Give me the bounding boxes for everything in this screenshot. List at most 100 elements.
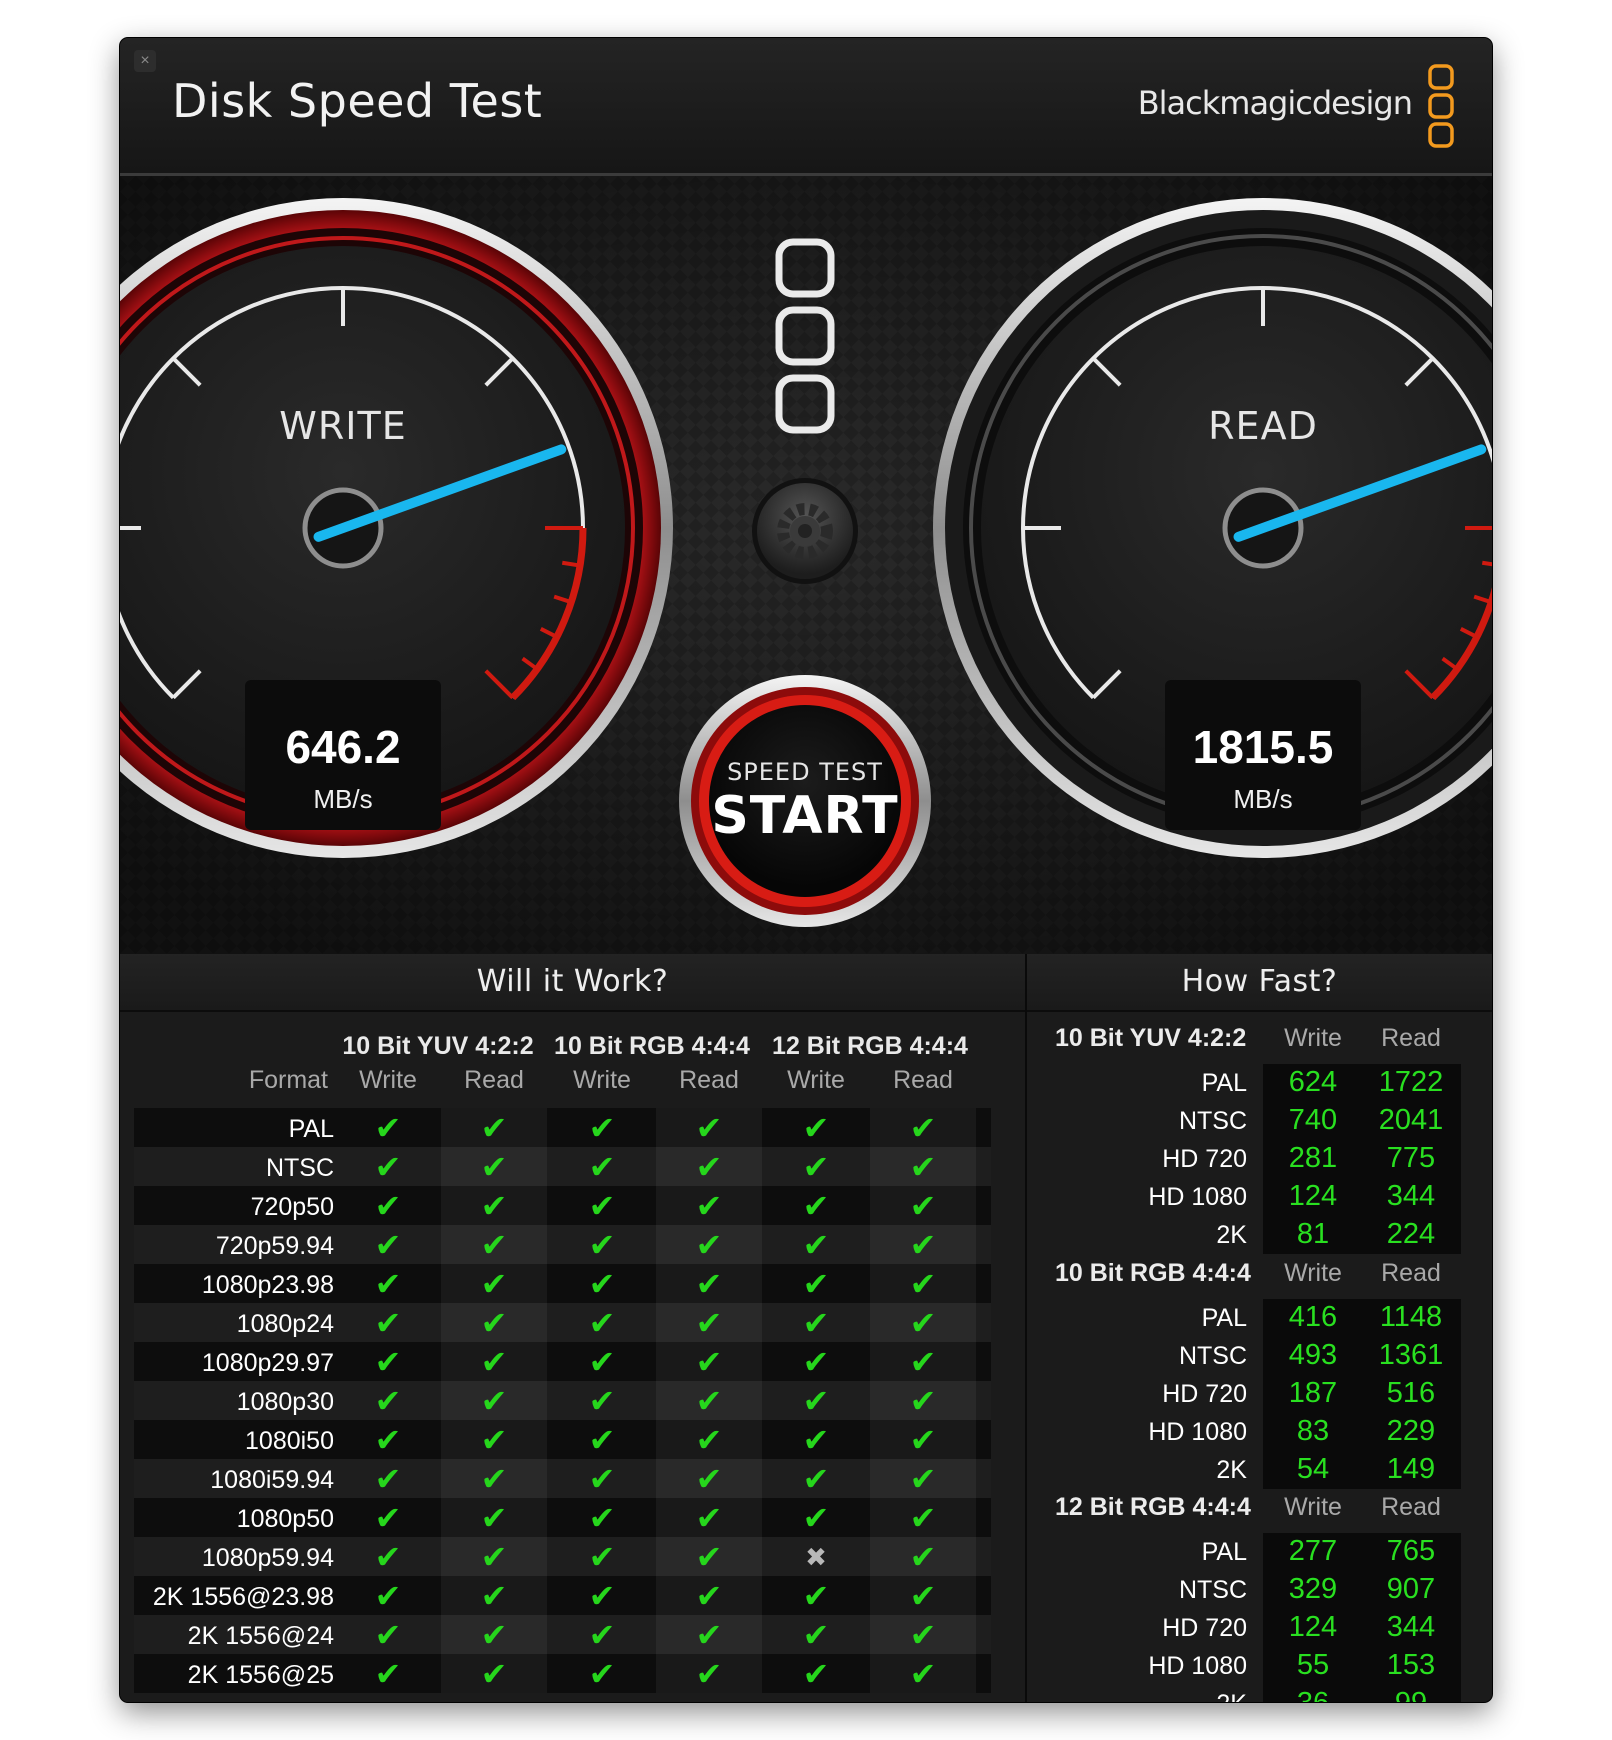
how-fast-title: How Fast? bbox=[1027, 954, 1492, 1012]
title-bar: × Disk Speed Test Blackmagicdesign bbox=[120, 38, 1492, 176]
speed-group-title: 10 Bit RGB 4:4:4 bbox=[1055, 1259, 1251, 1287]
check-icon: ✔ bbox=[374, 1539, 402, 1575]
check-icon: ✔ bbox=[588, 1656, 616, 1692]
check-icon: ✔ bbox=[656, 1498, 762, 1537]
write-readout: 646.2 MB/s bbox=[245, 680, 441, 830]
close-button[interactable]: × bbox=[134, 50, 156, 72]
read-fps-value: 765 bbox=[1386, 1535, 1436, 1567]
check-icon: ✔ bbox=[441, 1264, 547, 1303]
check-icon: ✔ bbox=[374, 1578, 402, 1614]
check-icon: ✔ bbox=[441, 1225, 547, 1264]
check-icon: ✔ bbox=[656, 1225, 762, 1264]
settings-gear-icon bbox=[752, 478, 858, 584]
check-icon: ✔ bbox=[870, 1498, 976, 1537]
write-fps-value: 187 bbox=[1288, 1377, 1338, 1409]
format-row: 1080p23.98 ✔ ✔ ✔ ✔ ✔ ✔ bbox=[134, 1264, 991, 1303]
format-name: NTSC bbox=[265, 1154, 334, 1182]
read-fps-value: 1361 bbox=[1378, 1339, 1444, 1371]
column-header-write: Write bbox=[573, 1066, 631, 1094]
read-fps-value: 344 bbox=[1386, 1611, 1436, 1643]
check-icon: ✔ bbox=[588, 1149, 616, 1185]
read-gauge-label: READ bbox=[1208, 404, 1318, 448]
speed-format-name: NTSC bbox=[1178, 1107, 1247, 1135]
check-icon: ✔ bbox=[588, 1461, 616, 1497]
check-icon: ✔ bbox=[870, 1420, 976, 1459]
read-fps-value: 229 bbox=[1386, 1415, 1436, 1447]
check-icon: ✔ bbox=[802, 1110, 830, 1146]
check-icon: ✔ bbox=[374, 1383, 402, 1419]
check-icon: ✔ bbox=[441, 1654, 547, 1693]
column-header-write: Write bbox=[359, 1066, 417, 1094]
check-icon: ✔ bbox=[374, 1461, 402, 1497]
check-icon: ✔ bbox=[870, 1186, 976, 1225]
write-minor-tick bbox=[561, 560, 581, 568]
speed-format-name: HD 1080 bbox=[1148, 1652, 1247, 1680]
check-icon: ✔ bbox=[588, 1422, 616, 1458]
group-header-12bit-rgb: 12 Bit RGB 4:4:4 bbox=[772, 1032, 968, 1060]
write-fps-value: 81 bbox=[1296, 1218, 1330, 1250]
check-icon: ✔ bbox=[441, 1303, 547, 1342]
check-icon: ✔ bbox=[802, 1500, 830, 1536]
check-icon: ✔ bbox=[802, 1422, 830, 1458]
format-row: PAL ✔ ✔ ✔ ✔ ✔ ✔ bbox=[134, 1108, 991, 1147]
read-fps-value: 516 bbox=[1386, 1377, 1436, 1409]
read-column-header: Read bbox=[1381, 1259, 1441, 1287]
speed-group-title: 12 Bit RGB 4:4:4 bbox=[1055, 1493, 1251, 1521]
check-icon: ✔ bbox=[656, 1108, 762, 1147]
format-name: 2K 1556@25 bbox=[187, 1661, 334, 1689]
check-icon: ✔ bbox=[588, 1578, 616, 1614]
check-icon: ✔ bbox=[802, 1383, 830, 1419]
format-name: 1080p24 bbox=[236, 1310, 334, 1338]
check-icon: ✔ bbox=[656, 1537, 762, 1576]
check-icon: ✔ bbox=[656, 1654, 762, 1693]
format-row: 2K 1556@23.98 ✔ ✔ ✔ ✔ ✔ ✔ bbox=[134, 1576, 991, 1615]
write-speed-unit: MB/s bbox=[313, 784, 373, 814]
format-row: 720p50 ✔ ✔ ✔ ✔ ✔ ✔ bbox=[134, 1186, 991, 1225]
read-fps-value: 99 bbox=[1361, 1687, 1461, 1702]
check-icon: ✔ bbox=[656, 1342, 762, 1381]
brand-logo-icon bbox=[1428, 64, 1454, 148]
write-fps-value: 277 bbox=[1288, 1535, 1338, 1567]
column-header-write: Write bbox=[787, 1066, 845, 1094]
check-icon: ✔ bbox=[656, 1420, 762, 1459]
check-icon: ✔ bbox=[870, 1342, 976, 1381]
format-row: 1080p29.97 ✔ ✔ ✔ ✔ ✔ ✔ bbox=[134, 1342, 991, 1381]
check-icon: ✔ bbox=[441, 1498, 547, 1537]
format-name: PAL bbox=[288, 1115, 334, 1143]
check-icon: ✔ bbox=[802, 1305, 830, 1341]
speed-format-name: HD 720 bbox=[1162, 1614, 1247, 1642]
check-icon: ✔ bbox=[374, 1422, 402, 1458]
check-icon: ✔ bbox=[656, 1264, 762, 1303]
check-icon: ✔ bbox=[656, 1381, 762, 1420]
write-fps-value: 329 bbox=[1288, 1573, 1338, 1605]
check-icon: ✔ bbox=[441, 1381, 547, 1420]
write-fps-value: 83 bbox=[1296, 1415, 1330, 1447]
column-header-read: Read bbox=[679, 1066, 739, 1094]
check-icon: ✔ bbox=[441, 1576, 547, 1615]
check-icon: ✔ bbox=[870, 1225, 976, 1264]
read-speed-value: 1815.5 bbox=[1192, 721, 1334, 773]
write-fps-value: 54 bbox=[1296, 1453, 1330, 1485]
write-fps-value: 493 bbox=[1288, 1339, 1338, 1371]
check-icon: ✔ bbox=[656, 1459, 762, 1498]
format-row: 1080p59.94 ✔ ✔ ✔ ✔ ✖ ✔ bbox=[134, 1537, 991, 1576]
check-icon: ✔ bbox=[870, 1459, 976, 1498]
check-icon: ✔ bbox=[588, 1227, 616, 1263]
start-speed-test-button[interactable]: SPEED TEST START bbox=[680, 676, 930, 926]
group-header-10bit-rgb: 10 Bit RGB 4:4:4 bbox=[554, 1032, 750, 1060]
check-icon: ✔ bbox=[870, 1381, 976, 1420]
format-name: 1080p50 bbox=[236, 1505, 334, 1533]
check-icon: ✔ bbox=[441, 1147, 547, 1186]
speed-format-name: 2K bbox=[1216, 1221, 1247, 1249]
check-icon: ✔ bbox=[441, 1615, 547, 1654]
check-icon: ✔ bbox=[656, 1303, 762, 1342]
check-icon: ✔ bbox=[802, 1188, 830, 1224]
check-icon: ✔ bbox=[870, 1576, 976, 1615]
will-it-work-title: Will it Work? bbox=[120, 954, 1025, 1012]
format-row: 720p59.94 ✔ ✔ ✔ ✔ ✔ ✔ bbox=[134, 1225, 991, 1264]
check-icon: ✔ bbox=[374, 1305, 402, 1341]
format-row: NTSC ✔ ✔ ✔ ✔ ✔ ✔ bbox=[134, 1147, 991, 1186]
read-fps-value: 775 bbox=[1386, 1142, 1436, 1174]
group-header-10bit-yuv: 10 Bit YUV 4:2:2 bbox=[342, 1032, 534, 1060]
check-icon: ✔ bbox=[802, 1227, 830, 1263]
